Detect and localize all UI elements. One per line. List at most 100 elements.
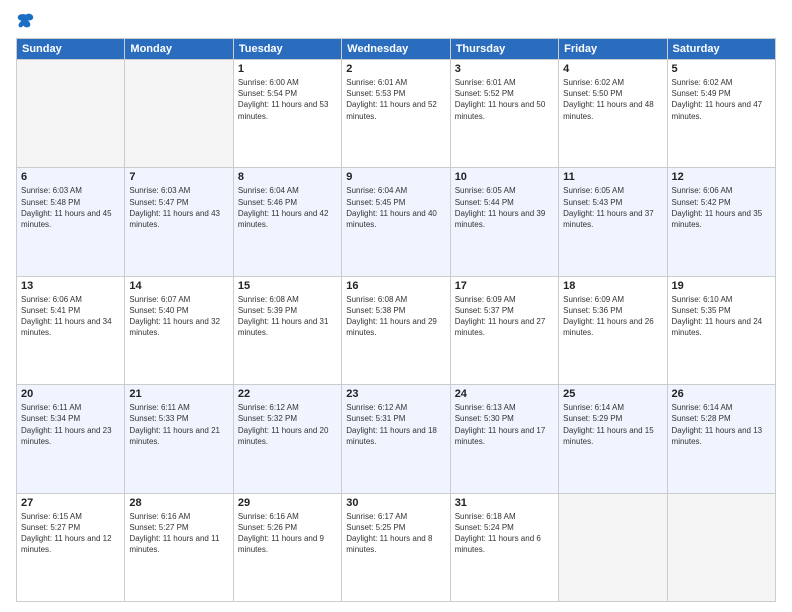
day-info: Sunrise: 6:14 AMSunset: 5:28 PMDaylight:…: [672, 403, 763, 446]
day-number: 30: [346, 497, 445, 509]
weekday-header-friday: Friday: [559, 39, 667, 60]
calendar-table: SundayMondayTuesdayWednesdayThursdayFrid…: [16, 38, 776, 602]
day-number: 16: [346, 280, 445, 292]
calendar-cell: 31 Sunrise: 6:18 AMSunset: 5:24 PMDayligh…: [450, 493, 558, 601]
day-info: Sunrise: 6:04 AMSunset: 5:46 PMDaylight:…: [238, 186, 329, 229]
calendar-week-row: 20Sunrise: 6:11 AMSunset: 5:34 PMDayligh…: [17, 385, 776, 493]
calendar-week-row: 13 Sunrise: 6:06 AMSunset: 5:41 PMDayligh…: [17, 276, 776, 384]
calendar-cell: 25 Sunrise: 6:14 AMSunset: 5:29 PMDayligh…: [559, 385, 667, 493]
calendar-cell: 8 Sunrise: 6:04 AMSunset: 5:46 PMDaylight…: [233, 168, 341, 276]
day-info: Sunrise: 6:13 AMSunset: 5:30 PMDaylight:…: [455, 403, 546, 446]
day-info: Sunrise: 6:16 AMSunset: 5:27 PMDaylight:…: [129, 512, 219, 555]
calendar-cell: 11Sunrise: 6:05 AMSunset: 5:43 PMDayligh…: [559, 168, 667, 276]
day-info: Sunrise: 6:02 AMSunset: 5:50 PMDaylight:…: [563, 78, 654, 121]
day-number: 13: [21, 280, 120, 292]
calendar-cell: 14 Sunrise: 6:07 AMSunset: 5:40 PMDayligh…: [125, 276, 233, 384]
day-info: Sunrise: 6:04 AMSunset: 5:45 PMDaylight:…: [346, 186, 437, 229]
calendar-cell: [559, 493, 667, 601]
day-number: 14: [129, 280, 228, 292]
weekday-header-thursday: Thursday: [450, 39, 558, 60]
day-number: 26: [672, 388, 771, 400]
calendar-cell: 9 Sunrise: 6:04 AMSunset: 5:45 PMDaylight…: [342, 168, 450, 276]
calendar-cell: 17 Sunrise: 6:09 AMSunset: 5:37 PMDayligh…: [450, 276, 558, 384]
day-info: Sunrise: 6:17 AMSunset: 5:25 PMDaylight:…: [346, 512, 432, 555]
calendar-cell: 21 Sunrise: 6:11 AMSunset: 5:33 PMDayligh…: [125, 385, 233, 493]
logo: [16, 12, 35, 30]
day-info: Sunrise: 6:06 AMSunset: 5:42 PMDaylight:…: [672, 186, 763, 229]
day-info: Sunrise: 6:03 AMSunset: 5:48 PMDaylight:…: [21, 186, 112, 229]
day-info: Sunrise: 6:09 AMSunset: 5:37 PMDaylight:…: [455, 295, 546, 338]
page: SundayMondayTuesdayWednesdayThursdayFrid…: [0, 0, 792, 612]
day-info: Sunrise: 6:16 AMSunset: 5:26 PMDaylight:…: [238, 512, 324, 555]
calendar-cell: 18 Sunrise: 6:09 AMSunset: 5:36 PMDayligh…: [559, 276, 667, 384]
calendar-cell: [125, 60, 233, 168]
day-info: Sunrise: 6:05 AMSunset: 5:44 PMDaylight:…: [455, 186, 546, 229]
logo-bird-icon: [17, 12, 35, 30]
day-number: 22: [238, 388, 337, 400]
day-number: 11: [563, 171, 662, 183]
calendar-cell: 13 Sunrise: 6:06 AMSunset: 5:41 PMDayligh…: [17, 276, 125, 384]
day-info: Sunrise: 6:12 AMSunset: 5:32 PMDaylight:…: [238, 403, 329, 446]
calendar-cell: 16 Sunrise: 6:08 AMSunset: 5:38 PMDayligh…: [342, 276, 450, 384]
day-info: Sunrise: 6:08 AMSunset: 5:38 PMDaylight:…: [346, 295, 437, 338]
day-number: 27: [21, 497, 120, 509]
day-info: Sunrise: 6:08 AMSunset: 5:39 PMDaylight:…: [238, 295, 329, 338]
day-info: Sunrise: 6:09 AMSunset: 5:36 PMDaylight:…: [563, 295, 654, 338]
calendar-cell: 10Sunrise: 6:05 AMSunset: 5:44 PMDayligh…: [450, 168, 558, 276]
calendar-cell: 2 Sunrise: 6:01 AMSunset: 5:53 PMDaylight…: [342, 60, 450, 168]
day-number: 23: [346, 388, 445, 400]
day-number: 2: [346, 63, 445, 75]
calendar-cell: 12 Sunrise: 6:06 AMSunset: 5:42 PMDayligh…: [667, 168, 775, 276]
calendar-cell: 20Sunrise: 6:11 AMSunset: 5:34 PMDayligh…: [17, 385, 125, 493]
day-info: Sunrise: 6:11 AMSunset: 5:33 PMDaylight:…: [129, 403, 220, 446]
day-number: 9: [346, 171, 445, 183]
weekday-header-row: SundayMondayTuesdayWednesdayThursdayFrid…: [17, 39, 776, 60]
day-number: 4: [563, 63, 662, 75]
header: [16, 12, 776, 30]
weekday-header-monday: Monday: [125, 39, 233, 60]
calendar-cell: 4 Sunrise: 6:02 AMSunset: 5:50 PMDaylight…: [559, 60, 667, 168]
weekday-header-tuesday: Tuesday: [233, 39, 341, 60]
calendar-week-row: 6 Sunrise: 6:03 AMSunset: 5:48 PMDaylight…: [17, 168, 776, 276]
day-info: Sunrise: 6:02 AMSunset: 5:49 PMDaylight:…: [672, 78, 763, 121]
day-number: 7: [129, 171, 228, 183]
day-number: 6: [21, 171, 120, 183]
day-info: Sunrise: 6:07 AMSunset: 5:40 PMDaylight:…: [129, 295, 220, 338]
weekday-header-saturday: Saturday: [667, 39, 775, 60]
calendar-cell: 27 Sunrise: 6:15 AMSunset: 5:27 PMDayligh…: [17, 493, 125, 601]
day-number: 28: [129, 497, 228, 509]
calendar-cell: 30 Sunrise: 6:17 AMSunset: 5:25 PMDayligh…: [342, 493, 450, 601]
day-info: Sunrise: 6:15 AMSunset: 5:27 PMDaylight:…: [21, 512, 112, 555]
calendar-cell: 24 Sunrise: 6:13 AMSunset: 5:30 PMDayligh…: [450, 385, 558, 493]
calendar-cell: 23Sunrise: 6:12 AMSunset: 5:31 PMDayligh…: [342, 385, 450, 493]
calendar-cell: 5 Sunrise: 6:02 AMSunset: 5:49 PMDaylight…: [667, 60, 775, 168]
day-number: 15: [238, 280, 337, 292]
day-number: 8: [238, 171, 337, 183]
calendar-cell: [17, 60, 125, 168]
calendar-cell: 26 Sunrise: 6:14 AMSunset: 5:28 PMDayligh…: [667, 385, 775, 493]
day-info: Sunrise: 6:18 AMSunset: 5:24 PMDaylight:…: [455, 512, 541, 555]
calendar-week-row: 1Sunrise: 6:00 AMSunset: 5:54 PMDaylight…: [17, 60, 776, 168]
calendar-cell: [667, 493, 775, 601]
day-number: 25: [563, 388, 662, 400]
day-info: Sunrise: 6:01 AMSunset: 5:52 PMDaylight:…: [455, 78, 546, 121]
weekday-header-sunday: Sunday: [17, 39, 125, 60]
calendar-cell: 29Sunrise: 6:16 AMSunset: 5:26 PMDayligh…: [233, 493, 341, 601]
day-number: 5: [672, 63, 771, 75]
calendar-cell: 3Sunrise: 6:01 AMSunset: 5:52 PMDaylight…: [450, 60, 558, 168]
calendar-cell: 6 Sunrise: 6:03 AMSunset: 5:48 PMDaylight…: [17, 168, 125, 276]
calendar-cell: 28 Sunrise: 6:16 AMSunset: 5:27 PMDayligh…: [125, 493, 233, 601]
calendar-cell: 19Sunrise: 6:10 AMSunset: 5:35 PMDayligh…: [667, 276, 775, 384]
day-info: Sunrise: 6:01 AMSunset: 5:53 PMDaylight:…: [346, 78, 437, 121]
day-info: Sunrise: 6:03 AMSunset: 5:47 PMDaylight:…: [129, 186, 220, 229]
calendar-cell: 22 Sunrise: 6:12 AMSunset: 5:32 PMDayligh…: [233, 385, 341, 493]
day-number: 17: [455, 280, 554, 292]
day-number: 12: [672, 171, 771, 183]
day-number: 18: [563, 280, 662, 292]
day-number: 21: [129, 388, 228, 400]
day-info: Sunrise: 6:14 AMSunset: 5:29 PMDaylight:…: [563, 403, 654, 446]
day-number: 24: [455, 388, 554, 400]
day-info: Sunrise: 6:10 AMSunset: 5:35 PMDaylight:…: [672, 295, 763, 338]
day-number: 31: [455, 497, 554, 509]
day-info: Sunrise: 6:06 AMSunset: 5:41 PMDaylight:…: [21, 295, 112, 338]
